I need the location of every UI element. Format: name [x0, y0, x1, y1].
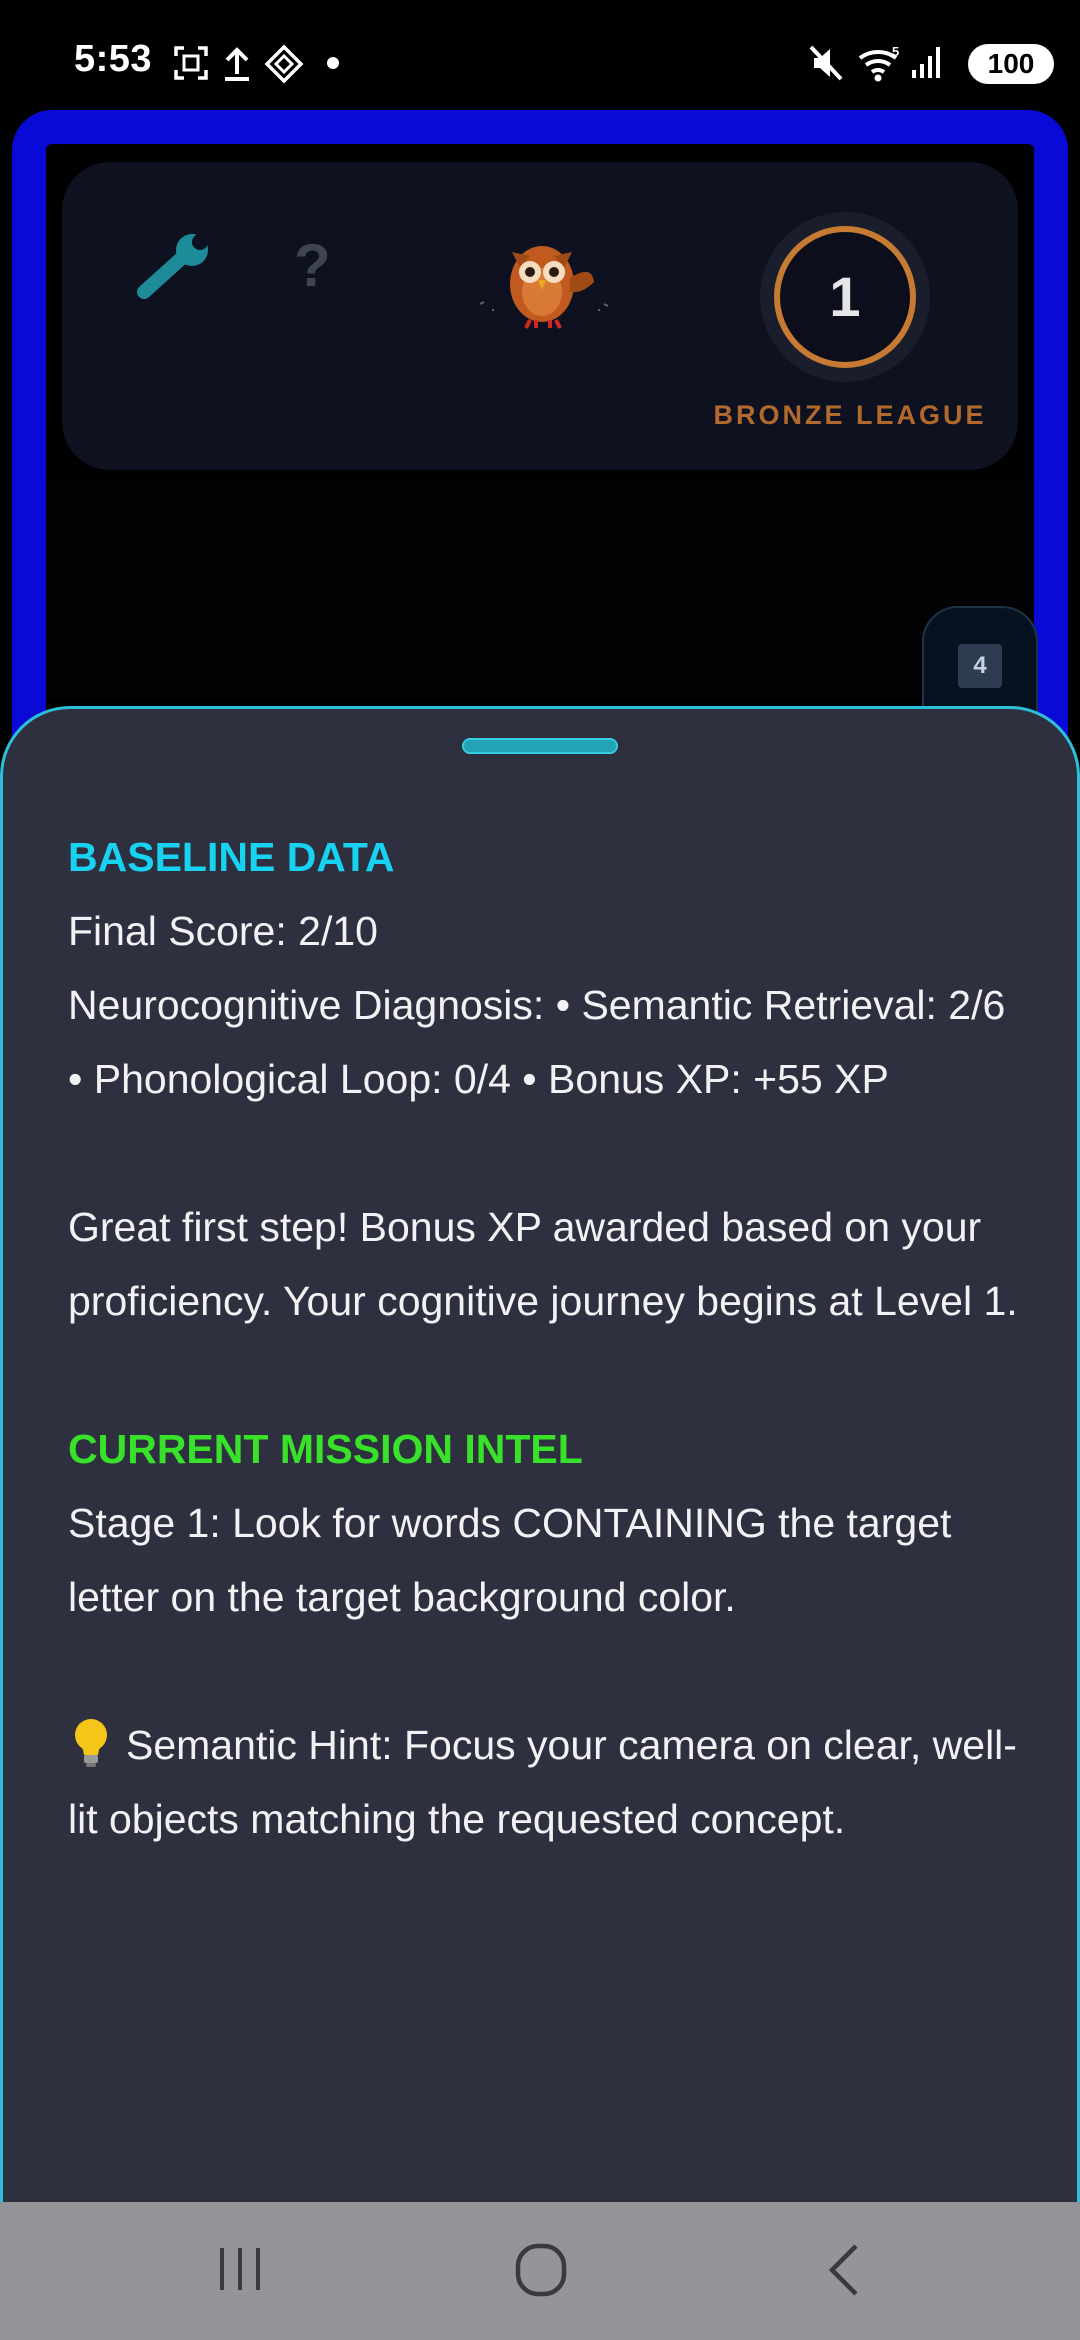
wrench-icon[interactable]: [136, 232, 216, 300]
semantic-hint: Semantic Hint: Focus your camera on clea…: [68, 1708, 1028, 1856]
lightbulb-icon: [75, 1719, 107, 1767]
app-icon: [264, 44, 304, 84]
mute-icon: [809, 45, 843, 81]
home-icon[interactable]: [514, 2242, 568, 2300]
sheet-content: BASELINE DATA Final Score: 2/10 Neurocog…: [68, 820, 1028, 1856]
league-label: BRONZE LEAGUE: [713, 400, 987, 430]
final-score: Final Score: 2/10: [68, 908, 378, 954]
mission-heading: CURRENT MISSION INTEL: [68, 1426, 583, 1472]
signal-icon: [912, 47, 940, 78]
svg-text:5: 5: [892, 44, 899, 59]
help-icon[interactable]: ?: [290, 234, 332, 294]
level-number: 1: [774, 226, 916, 368]
screenshot-icon: [174, 46, 208, 80]
status-bar: 5:53 5 100: [0, 0, 1080, 120]
wifi-icon: 5: [858, 44, 899, 82]
semantic-hint-text: Semantic Hint: Focus your camera on clea…: [68, 1722, 1017, 1842]
back-icon[interactable]: [824, 2242, 864, 2300]
navigation-bar: [0, 2202, 1080, 2340]
stage-instruction: Stage 1: Look for words CONTAINING the t…: [68, 1500, 952, 1620]
recent-apps-icon[interactable]: [214, 2242, 266, 2296]
dot-icon: [327, 57, 339, 69]
battery-indicator: 100: [968, 44, 1054, 84]
baseline-heading: BASELINE DATA: [68, 834, 395, 880]
upload-icon: [225, 47, 249, 81]
league-level-badge[interactable]: 1: [760, 212, 930, 382]
background-content: [46, 480, 1034, 700]
diagnosis-text: Neurocognitive Diagnosis: • Semantic Ret…: [68, 982, 1006, 1102]
side-tab-count: 4: [958, 644, 1002, 688]
svg-text:?: ?: [294, 234, 331, 294]
sheet-drag-handle[interactable]: [462, 738, 618, 754]
owl-mascot: [479, 246, 609, 329]
result-message: Great first step! Bonus XP awarded based…: [68, 1204, 1018, 1324]
status-time: 5:53: [74, 38, 153, 80]
